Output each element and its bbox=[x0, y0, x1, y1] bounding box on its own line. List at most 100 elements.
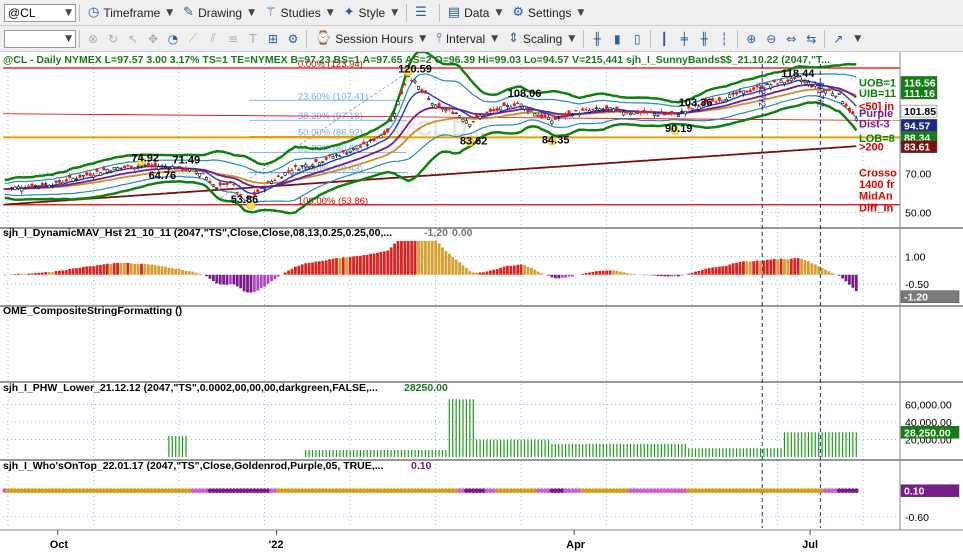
candle-body bbox=[71, 177, 75, 182]
candle-body bbox=[334, 154, 338, 156]
candle-chart-alt-icon[interactable]: ▯ bbox=[628, 30, 646, 48]
pan-icon[interactable]: ✥ bbox=[144, 30, 162, 48]
price-annotation: 74.92 bbox=[132, 153, 160, 165]
candle-body bbox=[133, 167, 137, 170]
macd-bar bbox=[246, 274, 249, 293]
macd-bar bbox=[109, 263, 113, 275]
style-button[interactable]: ✦ Style ▼ bbox=[339, 2, 404, 23]
zoom-out-icon[interactable]: ⊖ bbox=[762, 30, 780, 48]
macd-bar bbox=[632, 274, 636, 275]
macd-bar bbox=[239, 274, 243, 289]
macd-bar bbox=[58, 270, 61, 275]
macd-bar bbox=[492, 269, 496, 275]
settings-button[interactable]: ⚙ Settings ▼ bbox=[507, 2, 589, 23]
candle-chart-icon[interactable]: ▮ bbox=[608, 30, 626, 48]
candle-body bbox=[88, 173, 92, 176]
candle-body bbox=[379, 135, 383, 139]
volume-bar bbox=[390, 450, 392, 457]
macd-bar bbox=[564, 274, 567, 278]
layout-button[interactable]: ☰ bbox=[410, 2, 436, 23]
symbol-input[interactable]: @CL ▼ bbox=[4, 3, 76, 22]
macd-bar bbox=[331, 258, 335, 275]
candle-body bbox=[464, 120, 468, 124]
cursor-icon[interactable]: ↖ bbox=[124, 30, 142, 48]
grid-icon[interactable]: ⊞ bbox=[264, 30, 282, 48]
trend-icon[interactable]: ⟋ bbox=[184, 30, 202, 48]
candle-body bbox=[478, 115, 482, 119]
volume-bar bbox=[602, 443, 604, 457]
volume-bar bbox=[780, 448, 782, 457]
volume-bar bbox=[171, 436, 173, 457]
macd-bar bbox=[287, 270, 290, 275]
drawing-button[interactable]: ✎ Drawing ▼ bbox=[178, 2, 260, 23]
scaling-button[interactable]: ⇕ Scaling ▼ bbox=[503, 28, 580, 49]
whos-on-top-dot bbox=[853, 488, 859, 494]
candle-body bbox=[618, 110, 622, 113]
chevron-down-icon[interactable]: ▼ bbox=[854, 34, 861, 44]
refresh-icon[interactable]: ↻ bbox=[104, 30, 122, 48]
volume-bar bbox=[626, 443, 628, 457]
candle-body bbox=[676, 114, 680, 117]
chart-settings-icon[interactable]: ⚙ bbox=[284, 30, 302, 48]
fib-icon[interactable]: ≡ bbox=[224, 30, 242, 48]
volume-bar bbox=[657, 443, 659, 457]
volume-bar bbox=[708, 448, 710, 457]
macd-bar bbox=[191, 271, 195, 275]
macd-bar bbox=[714, 267, 718, 275]
candle-body bbox=[594, 107, 598, 110]
candle-body bbox=[304, 164, 308, 168]
volume-bar bbox=[558, 443, 560, 457]
volume-bar bbox=[660, 443, 662, 457]
interval-button[interactable]: ⫯ Interval ▼ bbox=[431, 28, 503, 49]
zoom-fit-icon[interactable]: ⇔ bbox=[782, 30, 800, 48]
add-chart-icon[interactable]: ↗ bbox=[829, 30, 847, 48]
macd-bar bbox=[123, 262, 126, 275]
candle-body bbox=[222, 183, 226, 185]
bars-style-icon[interactable]: ┃ bbox=[655, 30, 673, 48]
volume-bar bbox=[763, 448, 765, 457]
interval-input[interactable]: ▼ bbox=[4, 29, 76, 48]
macd-bar bbox=[817, 266, 821, 275]
candle-body bbox=[622, 111, 626, 116]
volume-bar bbox=[855, 432, 857, 457]
candle-body bbox=[314, 158, 318, 163]
data-button[interactable]: ▤ Data ▼ bbox=[443, 2, 508, 23]
chart-area[interactable]: @CL D... 0.00% (123.94)23.60% (107.41)38… bbox=[0, 52, 963, 555]
line-style-icon[interactable]: ┆ bbox=[715, 30, 733, 48]
zoom-in-icon[interactable]: ⊕ bbox=[742, 30, 760, 48]
zoom-range-icon[interactable]: ⇆ bbox=[802, 30, 820, 48]
composite-panel[interactable]: OME_CompositeStringFormatting () bbox=[3, 305, 182, 317]
volume-bar bbox=[715, 448, 717, 457]
link-icon[interactable]: ⊗ bbox=[84, 30, 102, 48]
macd-bar bbox=[99, 264, 102, 275]
studies-button[interactable]: ⚚ Studies ▼ bbox=[260, 2, 339, 23]
bar-chart-icon[interactable]: ╫ bbox=[588, 30, 606, 48]
candle-body bbox=[40, 183, 44, 187]
macd-bar bbox=[13, 274, 17, 275]
volume-bar bbox=[411, 450, 413, 457]
candle-body bbox=[399, 90, 403, 95]
toolbar-separator bbox=[406, 3, 408, 22]
macd-bar bbox=[235, 274, 239, 287]
macd-bar bbox=[745, 261, 749, 275]
ohlc-icon[interactable]: ╫ bbox=[695, 30, 713, 48]
macd-bar bbox=[232, 274, 236, 285]
macd-bar bbox=[355, 256, 359, 275]
timeframe-button[interactable]: ◷ Timeframe ▼ bbox=[83, 2, 178, 23]
session-hours-button[interactable]: ⌚ Session Hours ▼ bbox=[310, 28, 431, 49]
candle-body bbox=[717, 97, 721, 101]
macd-bar bbox=[194, 272, 198, 275]
text-icon[interactable]: T bbox=[244, 30, 262, 48]
hollow-candle-icon[interactable]: ╪ bbox=[675, 30, 693, 48]
timeframe-icon: ◷ bbox=[88, 5, 100, 20]
candle-body bbox=[516, 102, 520, 105]
volume-bar bbox=[417, 450, 420, 457]
macd-bar bbox=[95, 265, 99, 275]
volume-bar bbox=[804, 432, 806, 457]
axis-last-value-text: 0.10 bbox=[904, 486, 925, 498]
candle-body bbox=[721, 99, 725, 103]
volume-bar bbox=[315, 450, 317, 457]
gauge-icon[interactable]: ◔ bbox=[164, 30, 182, 48]
volume-bar bbox=[712, 448, 714, 457]
channel-icon[interactable]: ⫽ bbox=[204, 30, 222, 48]
